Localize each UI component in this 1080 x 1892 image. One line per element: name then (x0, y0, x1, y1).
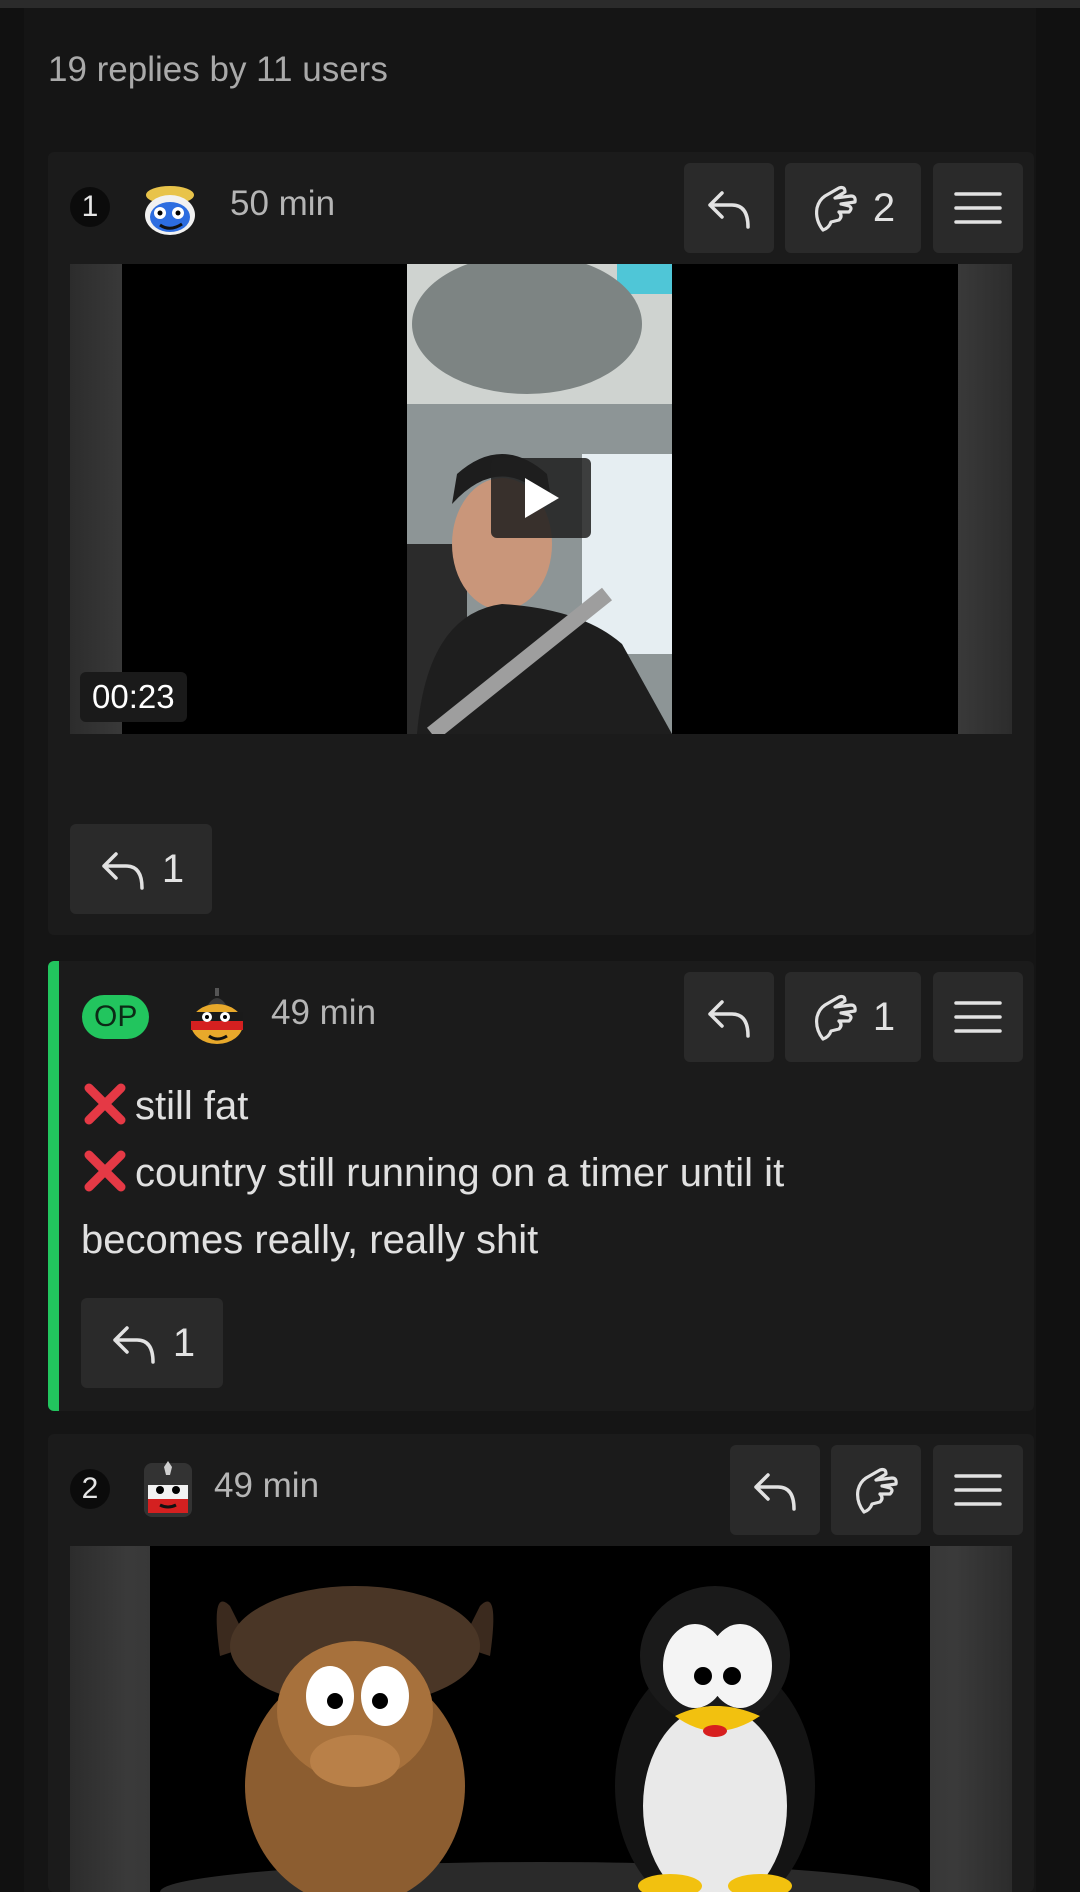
reply-arrow-icon (708, 1000, 750, 1038)
like-button[interactable] (831, 1445, 921, 1535)
post-body: still fat country still running on a tim… (81, 1073, 981, 1274)
post-card: 1 50 min 2 00:23 1 (48, 152, 1034, 935)
post-line: still fat (81, 1073, 981, 1140)
post-line: country still running on a timer until i… (81, 1140, 981, 1207)
menu-button[interactable] (933, 972, 1023, 1062)
reply-arrow-icon (113, 1326, 155, 1364)
op-badge: OP (82, 995, 150, 1039)
post-number: 2 (70, 1469, 110, 1509)
user-avatar[interactable] (136, 1457, 200, 1521)
reply-arrow-icon (708, 191, 750, 229)
post-time: 49 min (214, 1466, 320, 1505)
video-player[interactable]: 00:23 (70, 264, 1012, 734)
video-duration: 00:23 (80, 672, 187, 722)
post-text-line: country still running on a timer until i… (135, 1151, 785, 1195)
image-attachment[interactable] (70, 1546, 1012, 1892)
reply-button[interactable] (730, 1445, 820, 1535)
menu-button[interactable] (933, 163, 1023, 253)
post-time: 49 min (271, 993, 377, 1032)
reply-button[interactable] (684, 972, 774, 1062)
reply-arrow-icon (754, 1473, 796, 1511)
play-button[interactable] (491, 458, 591, 538)
post-card: 2 49 min (48, 1434, 1034, 1892)
reply-arrow-icon (102, 852, 144, 890)
post-card-op: OP 49 min 1 still fat country still runn… (48, 961, 1034, 1411)
red-x-icon (84, 1083, 126, 1125)
gnu-and-tux-image (150, 1546, 930, 1892)
play-icon (525, 478, 559, 518)
like-button[interactable]: 1 (785, 972, 921, 1062)
reply-button[interactable] (684, 163, 774, 253)
like-count: 2 (872, 185, 896, 230)
post-text-line: still fat (135, 1084, 249, 1128)
hamburger-menu-icon (954, 192, 1002, 224)
replies-count: 1 (161, 846, 185, 891)
like-button[interactable]: 2 (785, 163, 921, 253)
replies-button[interactable]: 1 (81, 1298, 223, 1388)
pointing-hand-icon (814, 185, 857, 232)
post-time: 50 min (230, 184, 336, 223)
hamburger-menu-icon (954, 1474, 1002, 1506)
pointing-hand-icon (856, 1467, 898, 1514)
menu-button[interactable] (933, 1445, 1023, 1535)
post-number: 1 (70, 187, 110, 227)
pointing-hand-icon (814, 994, 857, 1041)
post-text-line: becomes really, really shit (81, 1218, 539, 1262)
like-count: 1 (872, 994, 896, 1039)
hamburger-menu-icon (954, 1001, 1002, 1033)
replies-count: 1 (172, 1320, 196, 1365)
red-x-icon (84, 1150, 126, 1192)
post-line: becomes really, really shit (81, 1207, 981, 1274)
replies-button[interactable]: 1 (70, 824, 212, 914)
thread-summary: 19 replies by 11 users (48, 50, 388, 89)
user-avatar[interactable] (185, 984, 249, 1048)
top-bar (0, 0, 1080, 8)
user-avatar[interactable] (138, 177, 202, 241)
